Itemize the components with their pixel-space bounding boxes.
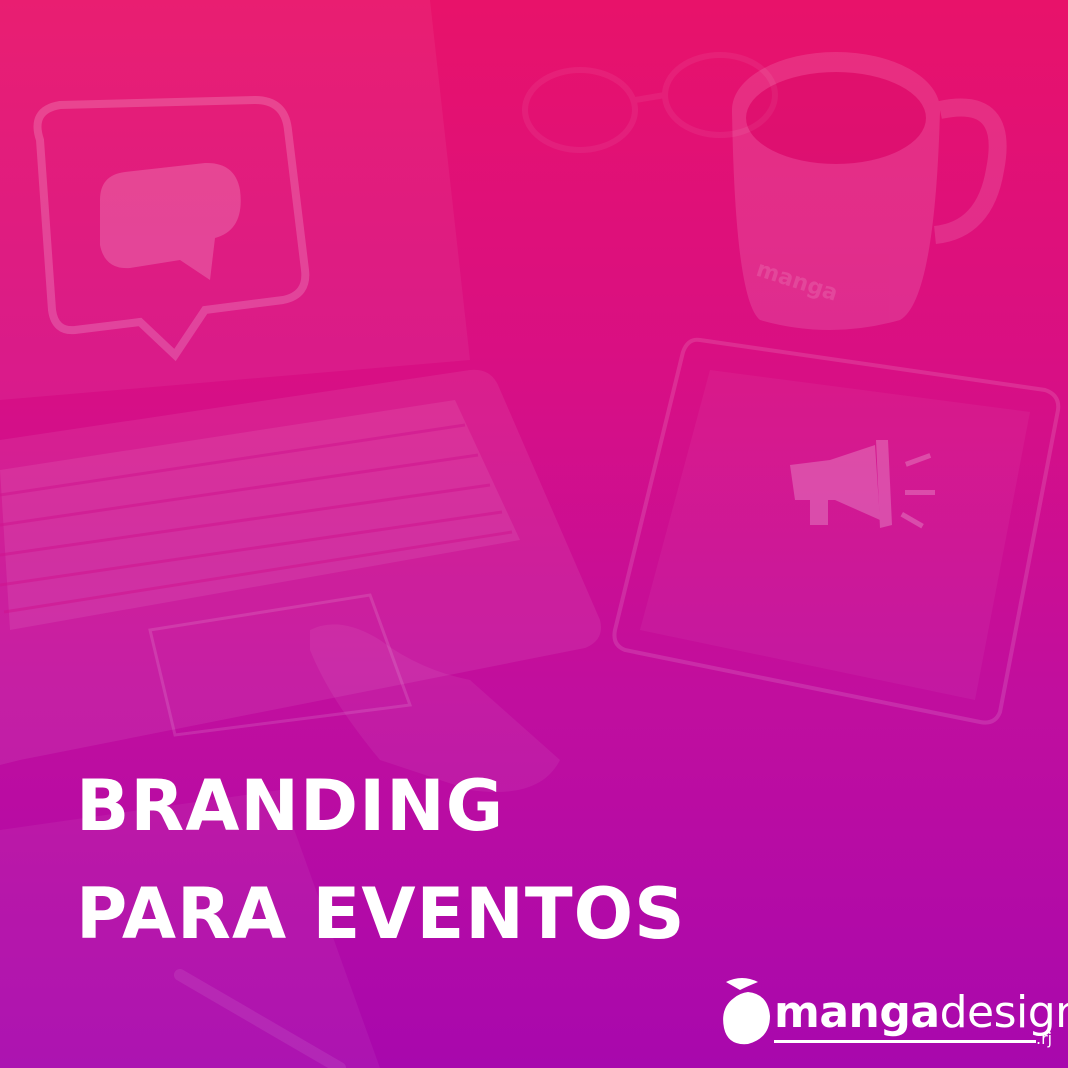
poster: manga BRANDING PARA EVENTOS mangadesig .… — [0, 0, 1068, 1068]
logo-underline — [774, 1040, 1036, 1043]
logo-name-bold: manga — [774, 987, 940, 1038]
mango-logo-icon — [723, 978, 770, 1045]
manga-design-logo: mangadesign .rj — [718, 976, 1068, 1056]
headline: BRANDING PARA EVENTOS — [76, 752, 686, 968]
logo-wordmark: mangadesign — [774, 988, 1068, 1038]
headline-line-2: PARA EVENTOS — [76, 873, 686, 955]
logo-suffix: .rj — [1036, 1029, 1053, 1048]
headline-line-1: BRANDING — [76, 765, 505, 847]
mug — [732, 52, 1007, 330]
tablet — [612, 337, 1061, 725]
